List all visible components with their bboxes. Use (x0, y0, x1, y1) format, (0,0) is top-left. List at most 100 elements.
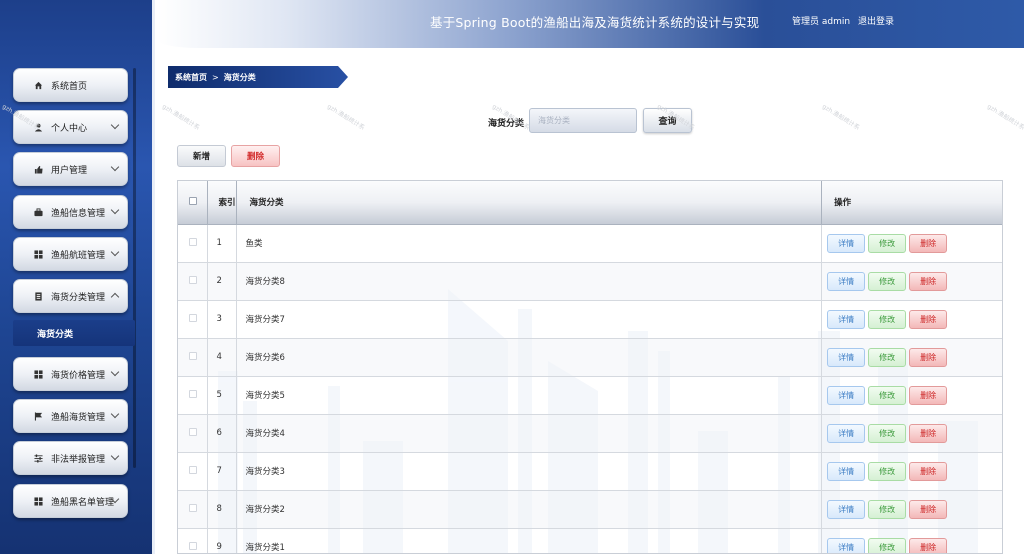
row-checkbox[interactable] (188, 541, 197, 550)
delete-button[interactable]: 删除 (909, 461, 948, 481)
search-label: 海货分类 (488, 119, 525, 129)
table-row: 8 海货分类2 详情 修改 删除 (178, 490, 1002, 529)
edit-button[interactable]: 修改 (868, 537, 907, 553)
row-select-cell (178, 414, 209, 453)
top-header: 基于Spring Boot的渔船出海及海货统计系统的设计与实现 管理员 admi… (158, 0, 1024, 48)
row-checkbox[interactable] (188, 427, 197, 436)
delete-button[interactable]: 删除 (909, 309, 948, 329)
edit-button[interactable]: 修改 (868, 309, 907, 329)
chevron-down-icon (110, 162, 120, 172)
sidebar-item-label: 海货分类管理 (51, 292, 106, 303)
detail-button[interactable]: 详情 (827, 347, 866, 367)
column-header-operations: 操作 (821, 181, 1002, 225)
row-checkbox[interactable] (188, 313, 197, 322)
search-input[interactable] (529, 108, 637, 133)
operations-cell: 详情 修改 删除 (821, 414, 1002, 453)
delete-button[interactable]: 删除 (909, 271, 948, 291)
sidebar-item-2[interactable]: 用户管理 (13, 152, 128, 186)
delete-button[interactable]: 删除 (909, 423, 948, 443)
chevron-down-icon (110, 247, 120, 257)
logout-link[interactable]: 退出登录 (858, 14, 894, 27)
detail-button[interactable]: 详情 (827, 271, 866, 291)
table-row: 1 鱼类 详情 修改 删除 (178, 224, 1002, 263)
category-cell: 海货分类4 (236, 414, 823, 453)
row-checkbox[interactable] (188, 389, 197, 398)
thumbs-up-icon (34, 165, 43, 174)
sidebar-item-8[interactable]: 非法举报管理 (13, 441, 128, 475)
current-user: 管理员 admin (792, 17, 851, 27)
edit-button[interactable]: 修改 (868, 347, 907, 367)
grid-icon (34, 496, 43, 506)
row-select-cell (178, 262, 209, 301)
sidebar-item-9[interactable]: 渔船黑名单管理 (13, 484, 128, 518)
chevron-down-icon (110, 367, 120, 377)
operations-cell: 详情 修改 删除 (821, 338, 1002, 377)
operations-cell: 详情 修改 删除 (821, 528, 1002, 553)
batch-delete-button[interactable]: 删除 (231, 145, 280, 167)
document-icon (34, 291, 43, 301)
row-checkbox[interactable] (188, 503, 197, 512)
sidebar-item-3[interactable]: 渔船信息管理 (13, 195, 128, 229)
table-row: 6 海货分类4 详情 修改 删除 (178, 414, 1002, 453)
chevron-down-icon (110, 120, 120, 130)
category-cell: 海货分类5 (236, 376, 823, 415)
select-all-checkbox[interactable] (188, 196, 197, 205)
category-cell: 海货分类6 (236, 338, 823, 377)
sidebar-item-5[interactable]: 海货分类管理 (13, 279, 128, 313)
delete-button[interactable]: 删除 (909, 537, 948, 553)
detail-button[interactable]: 详情 (827, 461, 866, 481)
operations-cell: 详情 修改 删除 (821, 452, 1002, 491)
sidebar-item-7[interactable]: 渔船海货管理 (13, 399, 128, 433)
delete-button[interactable]: 删除 (909, 347, 948, 367)
edit-button[interactable]: 修改 (868, 461, 907, 481)
chevron-up-icon (110, 292, 120, 302)
detail-button[interactable]: 详情 (827, 233, 866, 253)
sidebar-item-6[interactable]: 海货价格管理 (13, 357, 128, 391)
table-row: 4 海货分类6 详情 修改 删除 (178, 338, 1002, 377)
edit-button[interactable]: 修改 (868, 385, 907, 405)
delete-button[interactable]: 删除 (909, 385, 948, 405)
detail-button[interactable]: 详情 (827, 537, 866, 553)
add-button[interactable]: 新增 (177, 145, 226, 167)
row-checkbox[interactable] (188, 465, 197, 474)
sidebar-item-0[interactable]: 系统首页 (13, 68, 128, 102)
table-row: 2 海货分类8 详情 修改 删除 (178, 262, 1002, 301)
row-checkbox[interactable] (188, 237, 197, 246)
sidebar-item-label: 非法举报管理 (51, 454, 106, 465)
index-cell: 9 (207, 528, 238, 553)
sidebar-item-label: 渔船航班管理 (51, 250, 106, 261)
submenu-item-seafood-category[interactable]: 海货分类 (13, 320, 135, 346)
detail-button[interactable]: 详情 (827, 385, 866, 405)
detail-button[interactable]: 详情 (827, 309, 866, 329)
edit-button[interactable]: 修改 (868, 233, 907, 253)
operations-cell: 详情 修改 删除 (821, 224, 1002, 263)
sidebar-item-label: 渔船黑名单管理 (51, 497, 115, 508)
edit-button[interactable]: 修改 (868, 423, 907, 443)
breadcrumb-current: 海货分类 (223, 72, 256, 82)
index-cell: 8 (207, 490, 238, 529)
search-button[interactable]: 查询 (643, 108, 692, 133)
index-cell: 3 (207, 300, 238, 339)
flag-icon (34, 411, 43, 421)
category-cell: 海货分类2 (236, 490, 823, 529)
briefcase-icon (34, 207, 43, 217)
sidebar-item-1[interactable]: 个人中心 (13, 110, 128, 144)
index-cell: 4 (207, 338, 238, 377)
grid-icon (34, 249, 43, 259)
delete-button[interactable]: 删除 (909, 499, 948, 519)
sidebar-item-4[interactable]: 渔船航班管理 (13, 237, 128, 271)
data-table-container: 索引 海货分类 操作 1 鱼类 详情 修改 删除 2 海货分类8 详情 修改 删除 3 海货分类7 详情… (177, 180, 1003, 554)
breadcrumb-home[interactable]: 系统首页 (175, 72, 207, 83)
edit-button[interactable]: 修改 (868, 271, 907, 291)
row-checkbox[interactable] (188, 351, 197, 360)
operations-cell: 详情 修改 删除 (821, 376, 1002, 415)
row-checkbox[interactable] (188, 275, 197, 284)
detail-button[interactable]: 详情 (827, 499, 866, 519)
table-row: 5 海货分类5 详情 修改 删除 (178, 376, 1002, 415)
category-cell: 海货分类1 (236, 528, 823, 553)
edit-button[interactable]: 修改 (868, 499, 907, 519)
delete-button[interactable]: 删除 (909, 233, 948, 253)
table-row: 7 海货分类3 详情 修改 删除 (178, 452, 1002, 491)
sidebar-scrollbar[interactable] (133, 68, 136, 468)
detail-button[interactable]: 详情 (827, 423, 866, 443)
